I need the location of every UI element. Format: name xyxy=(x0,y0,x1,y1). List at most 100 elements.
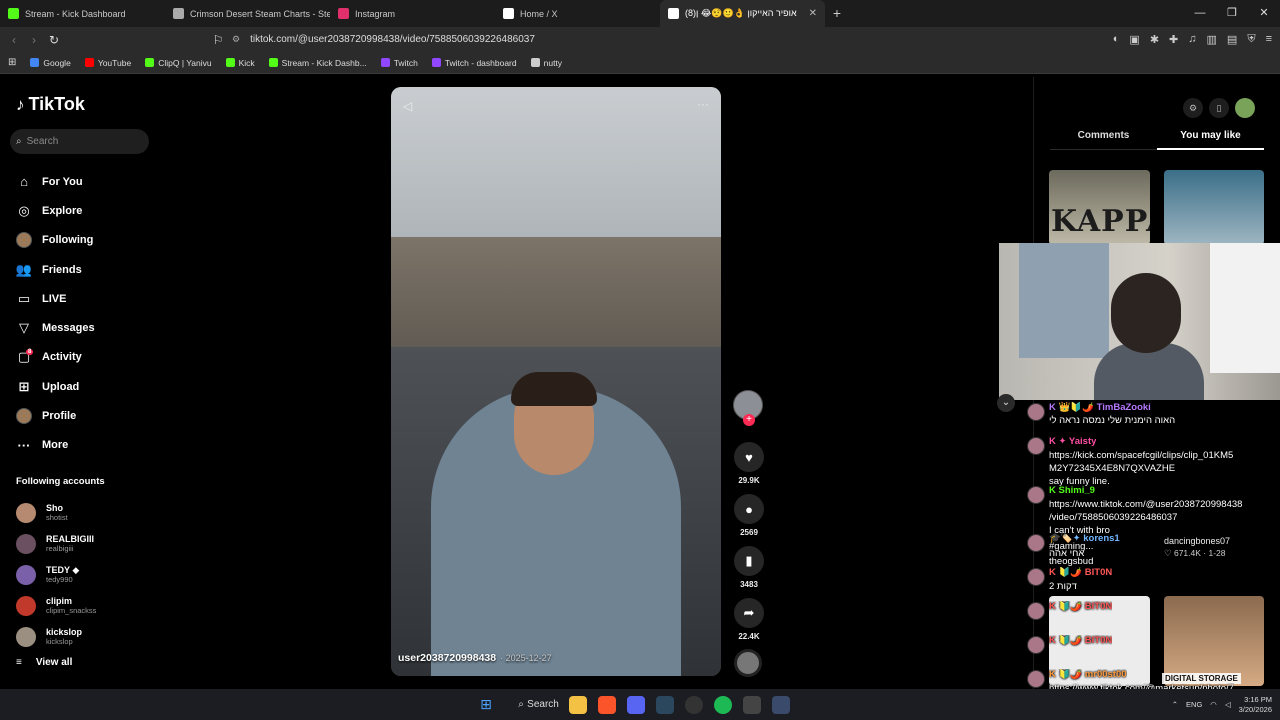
following-account[interactable]: kickslop kickslop xyxy=(16,621,146,652)
browser-tab[interactable]: Home / X xyxy=(495,0,660,27)
shield-icon[interactable]: ⛨ xyxy=(1247,33,1255,46)
following-account[interactable]: clipim clipim_snackss xyxy=(16,590,146,621)
address-bar[interactable]: ⚙ tiktok.com/@user2038720998438/video/75… xyxy=(232,30,952,50)
video-author[interactable]: user2038720998438 · 2025-12-27 xyxy=(398,652,552,664)
chat-username: K 🔰🌶️ BIT0N xyxy=(1049,567,1113,578)
nav-item-activity[interactable]: ▢ 8 Activity xyxy=(16,343,146,372)
steam-icon[interactable] xyxy=(656,695,674,714)
puzzle-icon[interactable]: ✚ xyxy=(1169,33,1178,46)
url-text[interactable]: tiktok.com/@user2038720998438/video/7588… xyxy=(250,34,535,45)
obs-icon[interactable] xyxy=(685,695,703,714)
bookmark-item[interactable]: YouTube xyxy=(84,58,131,68)
video-player[interactable]: ◁ ··· user2038720998438 · 2025-12-27 xyxy=(391,87,721,676)
maximize-icon[interactable]: ❐ xyxy=(1216,0,1248,27)
following-account[interactable]: REALBIGIII realbigiii xyxy=(16,528,146,559)
volume-icon[interactable]: ◁ xyxy=(403,99,412,113)
nav-item-explore[interactable]: ◎ Explore xyxy=(16,196,146,225)
device-icon[interactable]: ▯ xyxy=(1209,98,1229,118)
nav-item-following[interactable]: Following xyxy=(16,226,146,255)
site-info-icon[interactable]: ⚙ xyxy=(232,34,240,45)
creator-avatar[interactable]: + xyxy=(733,390,763,426)
right-tabs: Comments You may like xyxy=(1050,130,1264,150)
bookmark-page-icon[interactable]: ⚐ xyxy=(208,33,228,47)
share-button[interactable]: ➦ 22.4K xyxy=(733,598,765,641)
heart-icon: ♥ xyxy=(734,442,764,472)
bookmark-item[interactable]: Twitch - dashboard xyxy=(431,58,517,68)
chevron-down-icon[interactable]: ⌄ xyxy=(997,394,1015,412)
sidebar-icon[interactable]: ▥ xyxy=(1207,33,1217,46)
forward-icon[interactable]: › xyxy=(24,33,44,47)
menu-icon[interactable]: ≡ xyxy=(1266,33,1272,46)
file-explorer-icon[interactable] xyxy=(569,695,587,714)
language-indicator[interactable]: ENG xyxy=(1186,700,1202,709)
bookmark-item[interactable]: ClipQ | Yanivu xyxy=(145,58,212,68)
view-all-button[interactable]: ≡ View all xyxy=(16,657,72,668)
follow-plus-icon[interactable]: + xyxy=(743,414,755,426)
bookmark-favicon-icon xyxy=(268,58,278,67)
app-icon[interactable] xyxy=(743,695,761,714)
start-icon[interactable]: ⊞ xyxy=(477,696,495,714)
video-date: · 2025-12-27 xyxy=(500,653,552,663)
nav-item-for-you[interactable]: ⌂ For You xyxy=(16,167,146,196)
nav-item-upload[interactable]: ⊞ Upload xyxy=(16,372,146,401)
music-disc-icon[interactable] xyxy=(734,649,762,677)
browser-tab[interactable]: Stream - Kick Dashboard xyxy=(0,0,165,27)
save-button[interactable]: ▮ 3483 xyxy=(733,546,765,589)
tiktok-logo[interactable]: ♪ TikTok xyxy=(16,94,85,115)
back-icon[interactable]: ‹ xyxy=(4,33,24,47)
bookmark-item[interactable]: nutty xyxy=(530,58,562,68)
extension-icon[interactable]: ◐ xyxy=(1113,33,1120,46)
wifi-icon[interactable]: ◠ xyxy=(1210,700,1217,709)
new-tab-button[interactable]: + xyxy=(825,0,849,27)
close-tab-icon[interactable]: ✕ xyxy=(809,8,817,19)
tab-comments[interactable]: Comments xyxy=(1050,130,1157,150)
suggested-video-thumbnail[interactable]: KAPPA xyxy=(1049,170,1150,245)
following-account[interactable]: Sho shotist xyxy=(16,497,146,528)
brave-icon[interactable] xyxy=(598,695,616,714)
following-avatar-icon xyxy=(16,232,32,249)
clock[interactable]: 3:16 PM 3/20/2026 xyxy=(1239,695,1272,715)
media-icon[interactable]: ♫ xyxy=(1188,33,1196,46)
tab-you-may-like[interactable]: You may like xyxy=(1157,130,1264,150)
like-button[interactable]: ♥ 29.9K xyxy=(733,442,765,485)
nav-item-more[interactable]: ··· More xyxy=(16,431,146,460)
avatar xyxy=(16,502,36,523)
extension-icon[interactable]: ▣ xyxy=(1129,33,1139,46)
comment-button[interactable]: ● 2569 xyxy=(733,494,765,537)
browser-tab[interactable]: Instagram xyxy=(330,0,495,27)
nav-item-profile[interactable]: Profile xyxy=(16,401,146,430)
suggested-video-thumbnail[interactable] xyxy=(1164,170,1264,245)
extension-icon[interactable]: ✱ xyxy=(1150,33,1159,46)
nav-item-messages[interactable]: ▽ Messages xyxy=(16,313,146,342)
share-count: 22.4K xyxy=(738,632,760,641)
following-account[interactable]: TEDY ◆ tedy990 xyxy=(16,559,146,590)
volume-icon[interactable]: ◁ xyxy=(1225,700,1231,709)
bookmark-item[interactable]: Stream - Kick Dashb... xyxy=(268,58,367,68)
minimize-icon[interactable]: — xyxy=(1184,0,1216,27)
right-top-controls: ⚙ ▯ xyxy=(1183,98,1255,118)
taskbar-search[interactable]: ⌕ Search xyxy=(506,696,559,714)
account-name: kickslop xyxy=(46,627,83,637)
nav-item-live[interactable]: ▭ LIVE xyxy=(16,284,146,313)
apps-grid-icon[interactable]: ⊞ xyxy=(8,57,16,68)
chat-avatar xyxy=(1027,403,1045,421)
settings-icon[interactable]: ⚙ xyxy=(1183,98,1203,118)
browser-tab[interactable]: (8)אופיר האייקון 👌🙂🤨😂 ן ✕ xyxy=(660,0,825,27)
wallet-icon[interactable]: ▤ xyxy=(1227,33,1237,46)
bookmark-item[interactable]: Kick xyxy=(225,58,255,68)
chevron-up-icon[interactable]: ⌃ xyxy=(1172,700,1178,709)
browser-tab[interactable]: Crimson Desert Steam Charts - Steam xyxy=(165,0,330,27)
discord-icon[interactable] xyxy=(627,695,645,714)
avatar xyxy=(16,595,36,616)
spotify-icon[interactable] xyxy=(714,695,732,714)
more-options-icon[interactable]: ··· xyxy=(697,97,709,111)
search-input[interactable]: ⌕ Search xyxy=(10,129,149,154)
nav-item-friends[interactable]: 👥 Friends xyxy=(16,255,146,284)
bookmark-item[interactable]: Twitch xyxy=(380,58,418,68)
bookmark-favicon-icon xyxy=(30,58,40,67)
close-window-icon[interactable]: ✕ xyxy=(1248,0,1280,27)
bookmark-item[interactable]: Google xyxy=(30,58,71,68)
reload-icon[interactable]: ↻ xyxy=(44,33,64,47)
app-icon[interactable] xyxy=(772,695,790,714)
user-avatar[interactable] xyxy=(1235,98,1255,118)
